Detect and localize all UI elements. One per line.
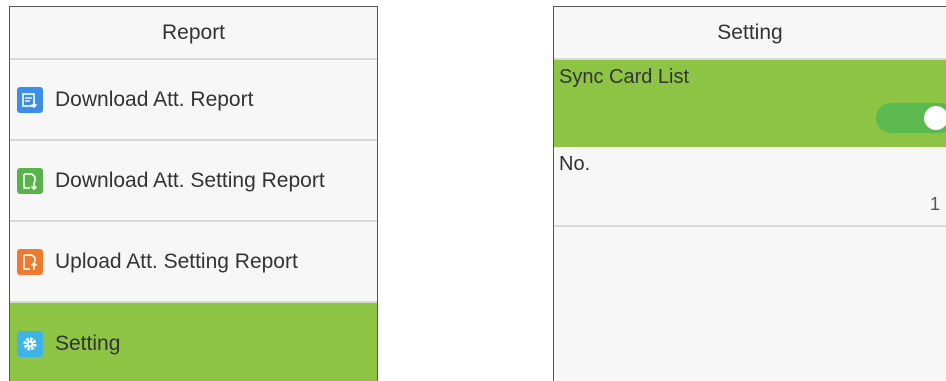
setting-title: Setting (554, 7, 946, 60)
menu-item-label: Download Att. Setting Report (55, 168, 325, 192)
report-title: Report (10, 7, 377, 60)
menu-item-label: Download Att. Report (55, 87, 254, 111)
download-report-icon (17, 86, 43, 113)
number-value: 1 (929, 194, 940, 214)
upload-setting-report-icon (17, 248, 43, 275)
menu-item-upload-att-setting-report[interactable]: Upload Att. Setting Report (10, 222, 377, 303)
setting-screen: Setting Sync Card List No. 1 (553, 6, 946, 381)
menu-item-label: Setting (55, 331, 121, 355)
report-screen: Report Download Att. Report Download Att… (9, 6, 378, 381)
menu-item-download-att-report[interactable]: Download Att. Report (10, 60, 377, 141)
sync-card-list-label: Sync Card List (559, 66, 690, 88)
number-row[interactable]: No. 1 (554, 147, 946, 227)
gear-icon (17, 330, 43, 357)
number-label: No. (559, 153, 591, 175)
sync-card-list-toggle[interactable] (876, 103, 946, 133)
sync-card-list-row[interactable]: Sync Card List (554, 60, 946, 147)
download-setting-report-icon (17, 167, 43, 194)
menu-item-download-att-setting-report[interactable]: Download Att. Setting Report (10, 141, 377, 222)
menu-item-label: Upload Att. Setting Report (55, 249, 298, 273)
toggle-knob (924, 106, 946, 130)
menu-item-setting[interactable]: Setting (10, 303, 377, 381)
